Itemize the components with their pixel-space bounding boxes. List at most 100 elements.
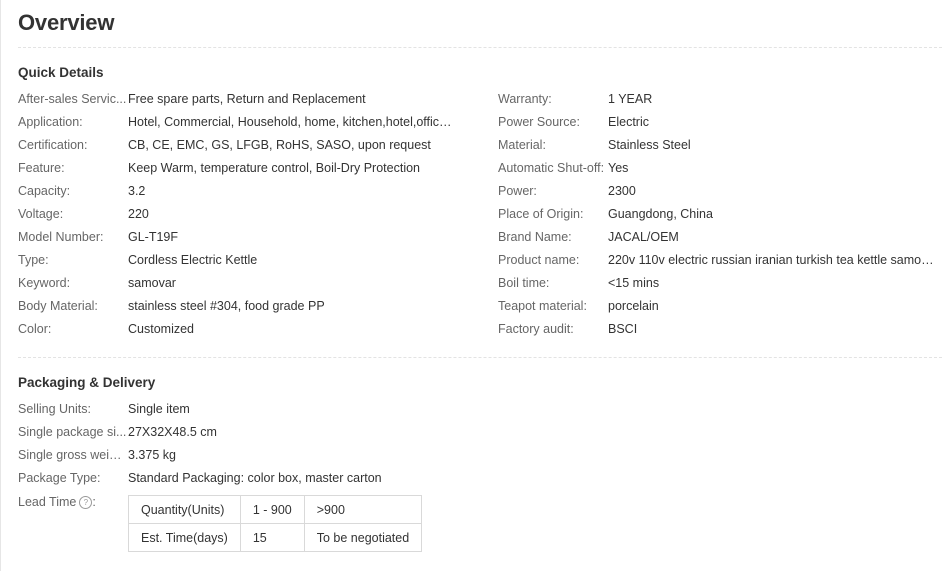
detail-label: Capacity:	[18, 184, 71, 198]
detail-value: Stainless Steel	[608, 138, 691, 152]
table-row: Est. Time(days) 15 To be negotiated	[128, 523, 423, 552]
detail-value: Keep Warm, temperature control, Boil-Dry…	[128, 161, 421, 175]
detail-row: Type: Cordless Electric Kettle	[18, 249, 458, 272]
detail-row: Capacity: 3.2	[18, 180, 458, 203]
detail-row: Application: Hotel, Commercial, Household…	[18, 111, 458, 134]
detail-value: Hotel, Commercial, Household, home, kitc…	[128, 115, 458, 129]
detail-label: Boil time:	[498, 276, 550, 290]
detail-value: Customized	[128, 322, 194, 336]
detail-row: Teapot material: porcelain	[498, 295, 938, 318]
product-details-panel: Overview Quick Details After-sales Servi…	[0, 0, 942, 571]
detail-row: Certification: CB, CE, EMC, GS, LFGB, RoH…	[18, 134, 458, 157]
detail-row: Place of Origin: Guangdong, China	[498, 203, 938, 226]
detail-value: stainless steel #304, food grade PP	[128, 299, 325, 313]
table-cell: To be negotiated	[303, 523, 423, 552]
detail-label: Feature:	[18, 161, 65, 175]
quick-details-right-column: Warranty: 1 YEAR Power Source: Electric Ma…	[498, 88, 938, 341]
detail-label: Power Source:	[498, 115, 580, 129]
detail-row: Boil time: <15 mins	[498, 272, 938, 295]
packaging-delivery-title: Packaging & Delivery	[18, 375, 156, 390]
detail-value: porcelain	[608, 299, 659, 313]
table-cell: 1 - 900	[239, 495, 305, 524]
detail-row: Selling Units: Single item	[18, 398, 528, 421]
detail-label: Type:	[18, 253, 49, 267]
detail-label: Voltage:	[18, 207, 64, 221]
detail-value: 220	[128, 207, 149, 221]
detail-label: Package Type:	[18, 471, 101, 485]
table-cell: >900	[303, 495, 423, 524]
detail-value: Standard Packaging: color box, master ca…	[128, 471, 382, 485]
packaging-details: Selling Units: Single item Single package…	[18, 398, 528, 490]
detail-row: Warranty: 1 YEAR	[498, 88, 938, 111]
detail-value: 3.2	[128, 184, 146, 198]
table-cell: Quantity(Units)	[128, 495, 241, 524]
quick-details-left-column: After-sales Servic... Free spare parts, R…	[18, 88, 458, 341]
detail-label: Application:	[18, 115, 83, 129]
detail-label: Automatic Shut-off:	[498, 161, 605, 175]
help-icon[interactable]: ?	[79, 495, 93, 509]
detail-label: Keyword:	[18, 276, 71, 290]
detail-label: Teapot material:	[498, 299, 587, 313]
lead-time-colon: :	[92, 495, 96, 509]
detail-row: Material: Stainless Steel	[498, 134, 938, 157]
divider	[18, 357, 942, 358]
divider	[18, 47, 942, 48]
detail-row: Voltage: 220	[18, 203, 458, 226]
detail-row: Body Material: stainless steel #304, food…	[18, 295, 458, 318]
table-cell: Est. Time(days)	[128, 523, 241, 552]
detail-value: GL-T19F	[128, 230, 179, 244]
detail-value: samovar	[128, 276, 176, 290]
table-cell: 15	[239, 523, 305, 552]
detail-row: Brand Name: JACAL/OEM	[498, 226, 938, 249]
detail-row: Single gross weight: 3.375 kg	[18, 444, 528, 467]
detail-row: Model Number: GL-T19F	[18, 226, 458, 249]
detail-label: Single package si...	[18, 425, 127, 439]
detail-row: Power Source: Electric	[498, 111, 938, 134]
detail-value: 27X32X48.5 cm	[128, 425, 217, 439]
detail-value: Free spare parts, Return and Replacement	[128, 92, 366, 106]
detail-row: Color: Customized	[18, 318, 458, 341]
lead-time-table: Quantity(Units) 1 - 900 >900 Est. Time(d…	[128, 495, 423, 552]
detail-label: Power:	[498, 184, 537, 198]
detail-value: BSCI	[608, 322, 638, 336]
detail-label: Selling Units:	[18, 402, 91, 416]
detail-value: Yes	[608, 161, 629, 175]
detail-value: <15 mins	[608, 276, 660, 290]
detail-row: Single package si... 27X32X48.5 cm	[18, 421, 528, 444]
detail-row: Automatic Shut-off: Yes	[498, 157, 938, 180]
detail-label: Model Number:	[18, 230, 104, 244]
detail-value: 1 YEAR	[608, 92, 653, 106]
overview-title: Overview	[18, 10, 115, 35]
detail-row: Package Type: Standard Packaging: color b…	[18, 467, 528, 490]
detail-label: Place of Origin:	[498, 207, 584, 221]
detail-label: Single gross weight:	[18, 448, 128, 462]
detail-value: 220v 110v electric russian iranian turki…	[608, 253, 938, 267]
detail-row: Power: 2300	[498, 180, 938, 203]
lead-time-row: Lead Time ? : Quantity(Units) 1 - 900 >9…	[18, 493, 423, 552]
detail-row: After-sales Servic... Free spare parts, R…	[18, 88, 458, 111]
lead-time-label: Lead Time	[18, 495, 77, 509]
detail-value: Single item	[128, 402, 190, 416]
detail-row: Keyword: samovar	[18, 272, 458, 295]
detail-value: Electric	[608, 115, 649, 129]
detail-row: Feature: Keep Warm, temperature control, …	[18, 157, 458, 180]
detail-value: CB, CE, EMC, GS, LFGB, RoHS, SASO, upon …	[128, 138, 431, 152]
detail-value: Guangdong, China	[608, 207, 713, 221]
detail-label: After-sales Servic...	[18, 92, 127, 106]
detail-value: Cordless Electric Kettle	[128, 253, 258, 267]
detail-label: Brand Name:	[498, 230, 572, 244]
detail-value: 3.375 kg	[128, 448, 176, 462]
lead-time-label-wrap: Lead Time ? :	[18, 493, 128, 511]
detail-value: 2300	[608, 184, 636, 198]
quick-details-title: Quick Details	[18, 65, 104, 80]
detail-label: Factory audit:	[498, 322, 574, 336]
detail-label: Material:	[498, 138, 546, 152]
detail-row: Factory audit: BSCI	[498, 318, 938, 341]
detail-label: Warranty:	[498, 92, 552, 106]
detail-value: JACAL/OEM	[608, 230, 679, 244]
table-row: Quantity(Units) 1 - 900 >900	[128, 495, 423, 524]
detail-label: Color:	[18, 322, 52, 336]
detail-label: Product name:	[498, 253, 580, 267]
detail-row: Product name: 220v 110v electric russian …	[498, 249, 938, 272]
detail-label: Body Material:	[18, 299, 98, 313]
